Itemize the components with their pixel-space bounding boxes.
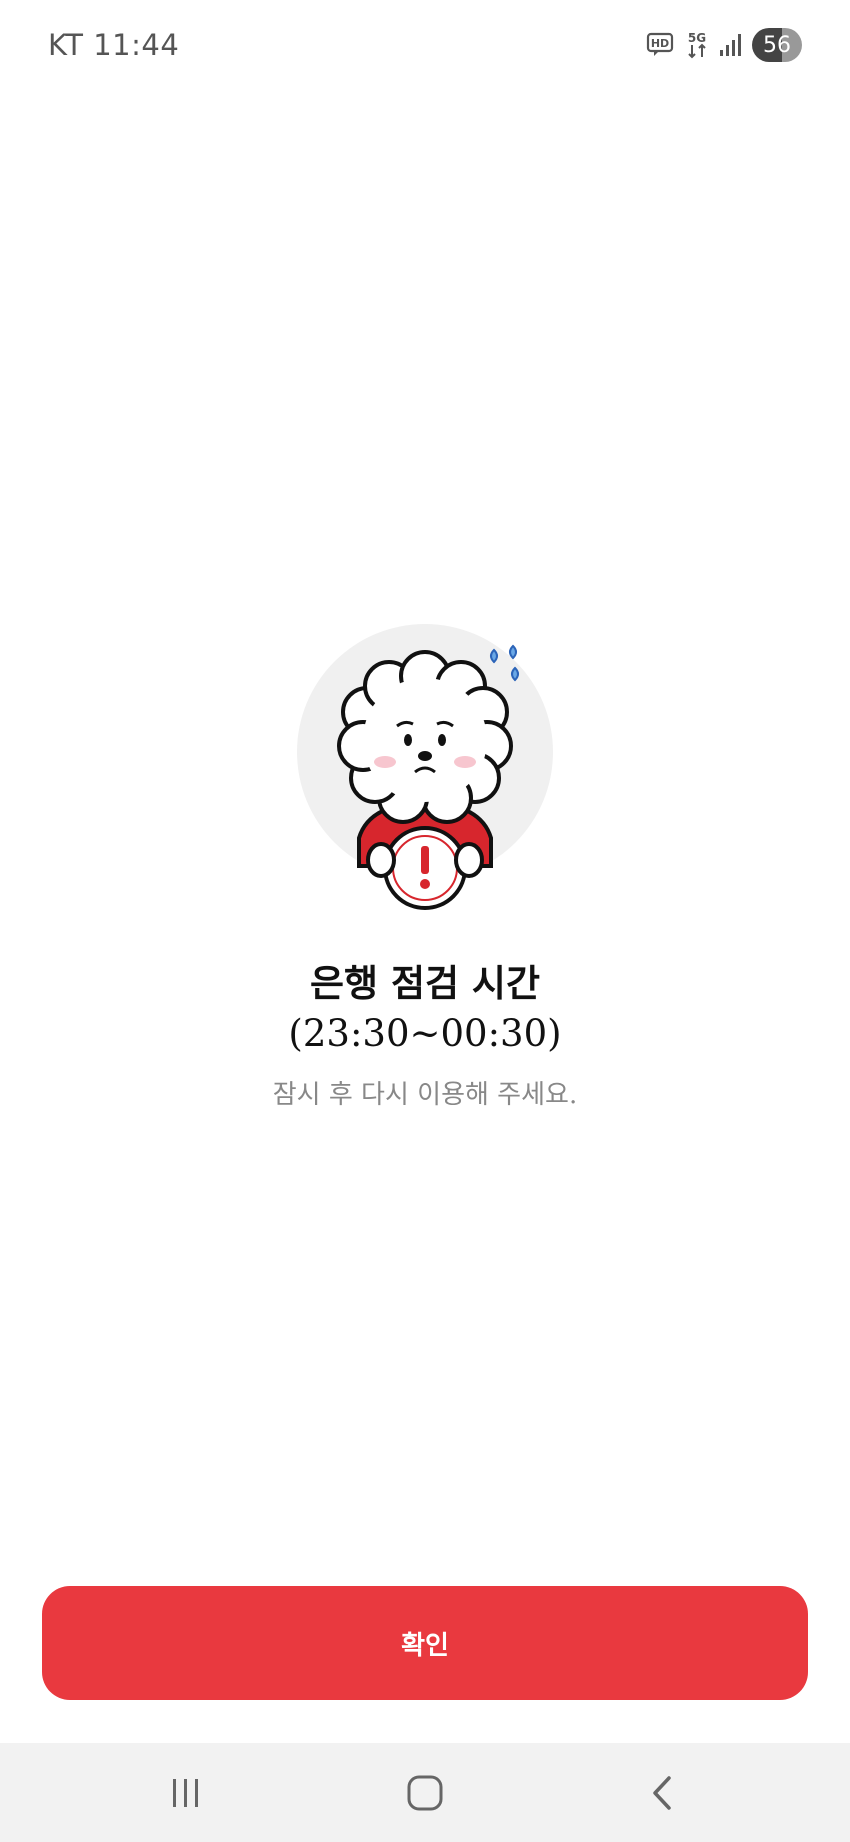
back-icon[interactable] — [602, 1743, 722, 1842]
carrier-time: KT 11:44 — [48, 28, 180, 62]
svg-text:5G: 5G — [688, 31, 706, 45]
notice-subtitle: 잠시 후 다시 이용해 주세요. — [272, 1080, 578, 1110]
hd-voice-icon: HD — [646, 32, 676, 58]
5g-data-icon: 5G — [684, 30, 710, 60]
status-icons: HD 5G 56 — [646, 26, 802, 64]
svg-text:HD: HD — [651, 37, 669, 50]
recent-apps-icon[interactable] — [126, 1743, 246, 1842]
maintenance-time-range: (23:30~00:30) — [288, 1012, 562, 1055]
home-icon[interactable] — [365, 1743, 485, 1842]
system-nav-bar — [0, 1743, 850, 1842]
signal-icon — [718, 32, 744, 58]
confirm-button[interactable]: 확인 — [42, 1586, 808, 1700]
status-bar: KT 11:44 HD 5G 56 — [0, 0, 850, 92]
mascot-illustration — [297, 624, 553, 914]
battery-indicator: 56 — [752, 28, 802, 62]
notice-title: 은행 점검 시간 — [309, 961, 540, 1005]
